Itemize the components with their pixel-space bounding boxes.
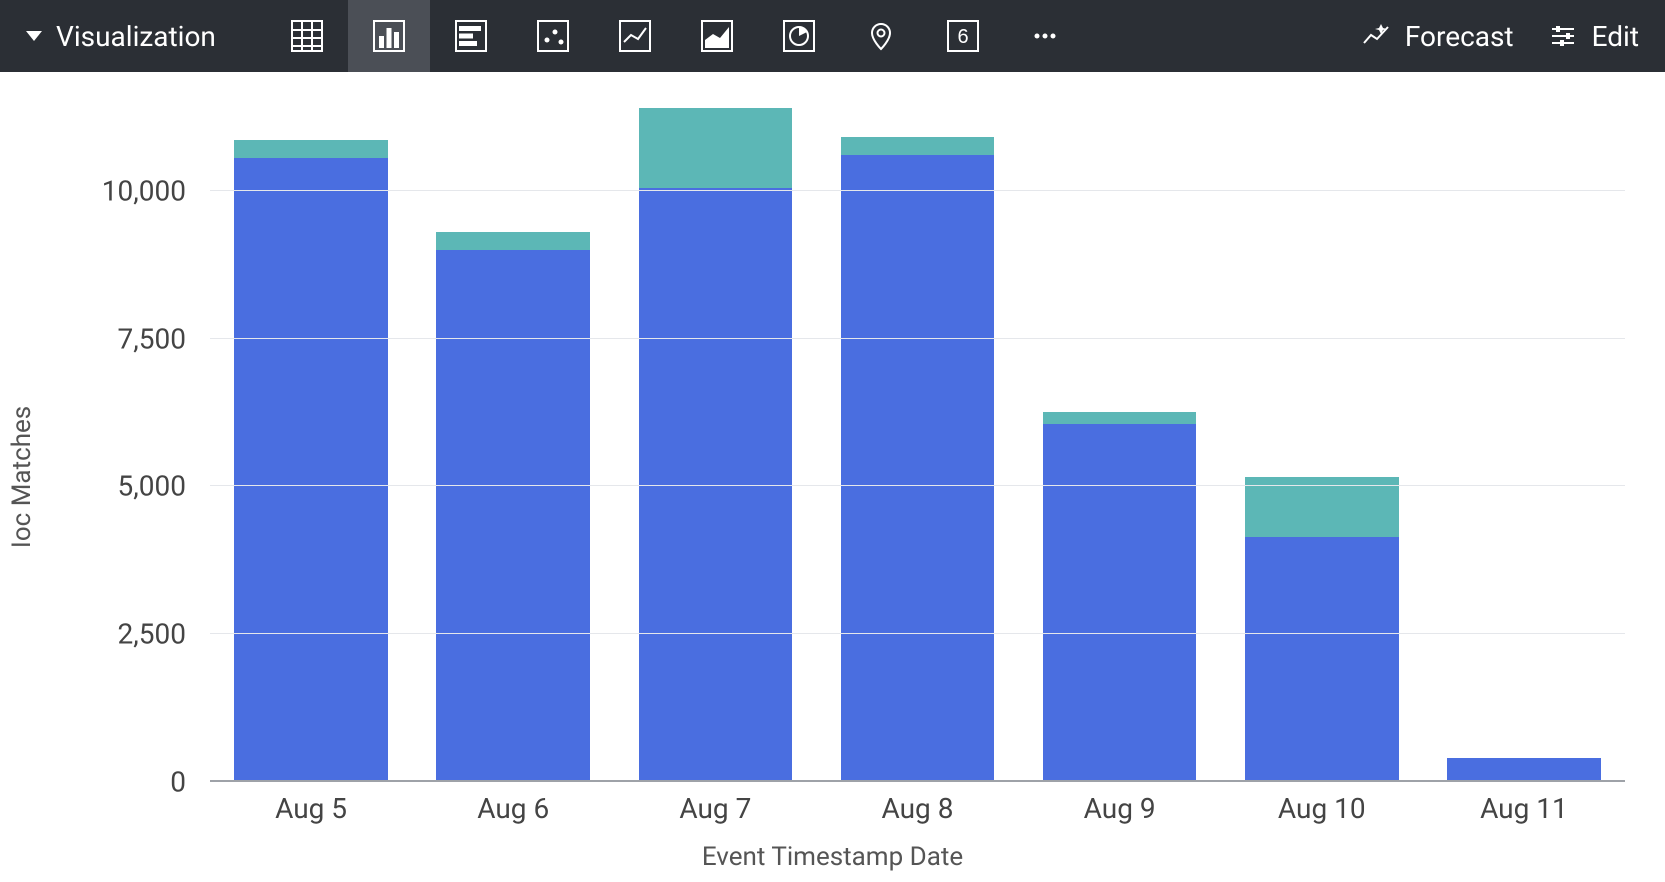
- svg-text:6: 6: [957, 26, 968, 48]
- scatter-icon: [535, 18, 571, 54]
- edit-label: Edit: [1592, 20, 1639, 53]
- single-value-icon: 6: [945, 18, 981, 54]
- bar-slot: [1423, 102, 1625, 782]
- bar-segment-series1: [234, 158, 388, 782]
- bar-stack[interactable]: [1043, 412, 1197, 782]
- bar-stack[interactable]: [234, 140, 388, 782]
- chart-area: Ioc Matches 02,5005,0007,50010,000 Aug 5…: [0, 72, 1665, 882]
- x-tick-label: Aug 8: [816, 792, 1018, 832]
- forecast-label: Forecast: [1405, 20, 1514, 53]
- bar-slot: [1221, 102, 1423, 782]
- column-chart-icon: [371, 18, 407, 54]
- bar-segment-series1: [1043, 424, 1197, 782]
- chart-type-picker: 6: [266, 0, 1086, 72]
- bar-segment-series1: [436, 250, 590, 782]
- y-tick-label: 0: [170, 766, 186, 799]
- bar-slot: [1019, 102, 1221, 782]
- bar-segment-series1: [1245, 537, 1399, 782]
- x-axis-title: Event Timestamp Date: [0, 842, 1665, 872]
- bar-stack[interactable]: [841, 137, 995, 782]
- viz-toolbar: Visualization: [0, 0, 1665, 72]
- chart-type-area[interactable]: [676, 0, 758, 72]
- bar-segment-series2: [234, 140, 388, 158]
- forecast-icon: [1361, 21, 1391, 51]
- gridline: [210, 485, 1625, 486]
- visualization-dropdown[interactable]: Visualization: [10, 0, 232, 72]
- bar-slot: [816, 102, 1018, 782]
- chart-type-more[interactable]: [1004, 0, 1086, 72]
- x-tick-label: Aug 9: [1019, 792, 1221, 832]
- chart-type-single-value[interactable]: 6: [922, 0, 1004, 72]
- bar-slot: [210, 102, 412, 782]
- caret-down-icon: [26, 31, 42, 41]
- bar-segment-series2: [841, 137, 995, 155]
- gridline: [210, 633, 1625, 634]
- bar-segment-series1: [841, 155, 995, 782]
- bar-segment-series1: [1447, 758, 1601, 782]
- plot-region: [210, 102, 1625, 782]
- chart-type-bar-horizontal[interactable]: [430, 0, 512, 72]
- x-tick-label: Aug 11: [1423, 792, 1625, 832]
- gridline: [210, 338, 1625, 339]
- y-tick-label: 7,500: [118, 322, 186, 355]
- y-tick-label: 5,000: [118, 470, 186, 503]
- chart-type-column[interactable]: [348, 0, 430, 72]
- visualization-dropdown-label: Visualization: [56, 20, 216, 53]
- table-icon: [289, 18, 325, 54]
- chart-type-line[interactable]: [594, 0, 676, 72]
- more-icon: [1027, 18, 1063, 54]
- pie-chart-icon: [781, 18, 817, 54]
- y-axis-ticks: 02,5005,0007,50010,000: [0, 102, 200, 782]
- x-tick-label: Aug 6: [412, 792, 614, 832]
- chart-type-map[interactable]: [840, 0, 922, 72]
- map-pin-icon: [863, 18, 899, 54]
- bar-stack[interactable]: [639, 108, 793, 782]
- area-chart-icon: [699, 18, 735, 54]
- sliders-icon: [1548, 21, 1578, 51]
- edit-button[interactable]: Edit: [1548, 20, 1639, 53]
- bar-stack[interactable]: [436, 232, 590, 782]
- x-axis-ticks: Aug 5Aug 6Aug 7Aug 8Aug 9Aug 10Aug 11: [210, 792, 1625, 832]
- bar-segment-series2: [639, 108, 793, 188]
- bar-stack[interactable]: [1447, 758, 1601, 782]
- forecast-button[interactable]: Forecast: [1361, 20, 1514, 53]
- gridline: [210, 780, 1625, 782]
- y-tick-label: 10,000: [102, 174, 186, 207]
- bars-container: [210, 102, 1625, 782]
- gridline: [210, 190, 1625, 191]
- chart-type-table[interactable]: [266, 0, 348, 72]
- y-tick-label: 2,500: [118, 618, 186, 651]
- bar-segment-series2: [436, 232, 590, 250]
- chart-type-pie[interactable]: [758, 0, 840, 72]
- x-tick-label: Aug 5: [210, 792, 412, 832]
- line-chart-icon: [617, 18, 653, 54]
- bar-slot: [614, 102, 816, 782]
- toolbar-right-actions: Forecast Edit: [1361, 0, 1647, 72]
- bar-stack[interactable]: [1245, 477, 1399, 782]
- bar-slot: [412, 102, 614, 782]
- bar-segment-series2: [1043, 412, 1197, 424]
- bar-horizontal-icon: [453, 18, 489, 54]
- chart-type-scatter[interactable]: [512, 0, 594, 72]
- x-tick-label: Aug 7: [614, 792, 816, 832]
- x-tick-label: Aug 10: [1221, 792, 1423, 832]
